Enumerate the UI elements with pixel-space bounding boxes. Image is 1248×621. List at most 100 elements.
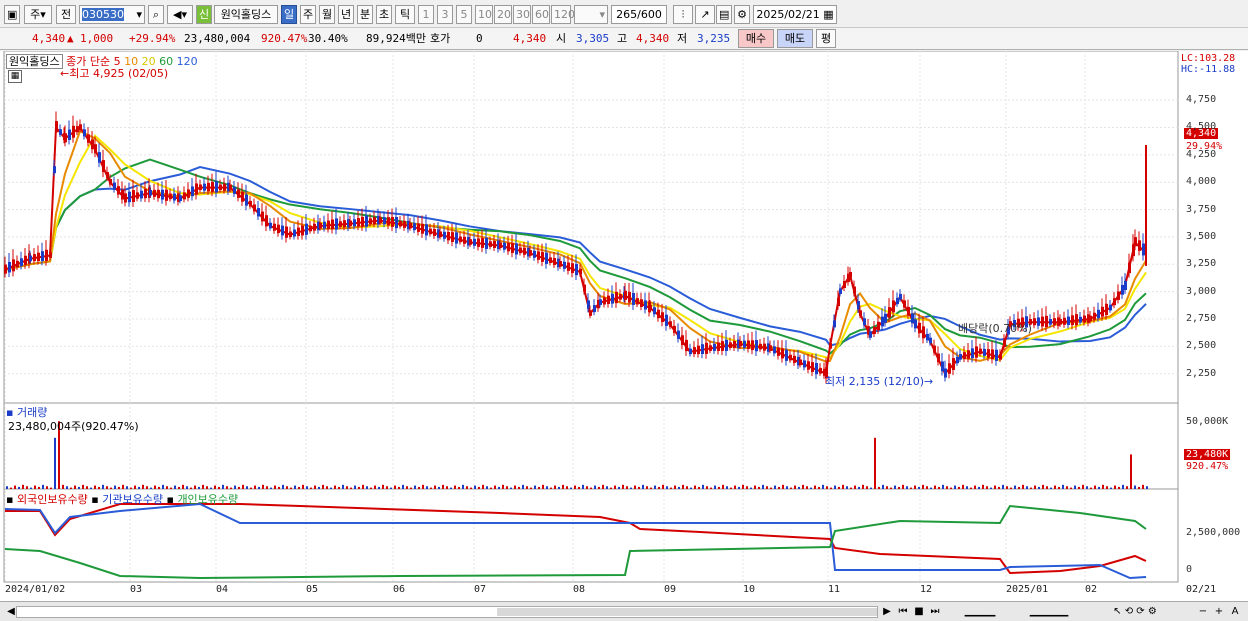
volume-bar	[562, 484, 564, 489]
candle-body	[128, 191, 131, 203]
scroll-right-icon[interactable]: ▶	[880, 605, 894, 619]
zoom-slider-2-icon[interactable]: ▁▁▁▁▁	[1014, 605, 1084, 619]
x-tick-label: 2024/01/02	[5, 584, 66, 595]
period-day-button[interactable]: 일	[281, 5, 297, 24]
zoom-out-icon[interactable]: −	[1196, 605, 1210, 619]
x-tick-label: 10	[743, 584, 756, 595]
volume-bar	[998, 486, 1000, 489]
candle-body	[369, 218, 372, 224]
scroll-track[interactable]	[16, 606, 878, 618]
candle-body	[529, 250, 532, 256]
period-second-button[interactable]: 초	[376, 5, 392, 24]
volume-value-line: 23,480,004주(920.47%)	[8, 420, 139, 433]
interval-30-button[interactable]: 30	[513, 5, 531, 24]
data-count-field[interactable]: 265/600	[611, 5, 667, 24]
zoom-slider-icon[interactable]: ▁▁▁▁	[950, 605, 1010, 619]
eval-button[interactable]: 평	[816, 29, 836, 48]
volume-bar	[1002, 484, 1004, 489]
sell-button[interactable]: 매도	[777, 29, 813, 48]
settings-gear-icon[interactable]: ⚙	[734, 5, 750, 24]
table-toggle-icon[interactable]: ▦	[8, 70, 22, 83]
volume-bar	[454, 485, 456, 489]
save-icon[interactable]: ▤	[716, 5, 732, 24]
volume-bar	[1134, 485, 1136, 489]
period-week-button[interactable]: 주	[300, 5, 316, 24]
chart-area[interactable]: 원익홀딩스 종가 단순 5 10 20 60 120 ▦ ←최고 4,925 (…	[0, 50, 1248, 601]
sound-icon[interactable]: ◀▾	[167, 5, 193, 24]
prev-button[interactable]: 전	[56, 5, 76, 24]
volume-bar	[106, 486, 108, 489]
candle-body	[223, 183, 226, 191]
volume-bar	[554, 485, 556, 489]
date-input[interactable]: 2025/02/21 ▦	[753, 5, 837, 24]
search-icon[interactable]: ⌕	[148, 5, 164, 24]
market-type-select[interactable]: 주▾	[24, 5, 52, 24]
stock-name-field[interactable]: 원익홀딩스	[214, 5, 278, 24]
candle-body	[373, 217, 376, 225]
period-minute-button[interactable]: 분	[357, 5, 373, 24]
interval-custom-select[interactable]: ▾	[574, 5, 608, 24]
scroll-thumb[interactable]	[497, 608, 877, 616]
volume-bar	[534, 485, 536, 489]
volume-bar	[714, 485, 716, 489]
volume-bar	[658, 486, 660, 489]
period-month-button[interactable]: 월	[319, 5, 335, 24]
stop-icon[interactable]: ■	[912, 605, 926, 619]
chart-canvas[interactable]	[0, 50, 1248, 601]
drawing-tools-icon[interactable]: ↖ ⟲ ⟳ ⚙	[1090, 605, 1180, 619]
volume-bar	[78, 486, 80, 489]
interval-120-button[interactable]: 120	[551, 5, 575, 24]
volume-bar	[566, 486, 568, 489]
volume-bar	[218, 486, 220, 489]
volume-bar	[282, 484, 284, 489]
candle-body	[79, 124, 82, 130]
window-menu-icon[interactable]: ▣	[4, 5, 20, 24]
candle-body	[1083, 315, 1086, 323]
volume-bar	[1098, 486, 1100, 489]
volume-bar	[722, 484, 724, 489]
price-y-tick: 4,000	[1186, 176, 1217, 188]
rewind-icon[interactable]: ⏮	[896, 605, 910, 619]
period-tick-button[interactable]: 틱	[395, 5, 415, 24]
volume-bar	[182, 484, 184, 489]
candle-body	[451, 232, 454, 242]
font-size-icon[interactable]: A	[1228, 605, 1242, 619]
candle-body	[705, 342, 708, 354]
volume-bar	[486, 486, 488, 489]
candle-body	[161, 189, 164, 200]
volume-bar	[870, 487, 872, 489]
volume-bar	[910, 487, 912, 489]
forward-icon[interactable]: ⏭	[928, 605, 942, 619]
candle-body	[136, 192, 139, 199]
zoom-in-icon[interactable]: +	[1212, 605, 1226, 619]
candle-body	[12, 259, 15, 272]
candle-type-icon[interactable]: ⫶	[673, 5, 693, 24]
interval-60-button[interactable]: 60	[532, 5, 550, 24]
draw-tool-icon[interactable]: ↗	[695, 5, 715, 24]
price-y-tick: 3,000	[1186, 285, 1217, 297]
price-y-tick: 4,750	[1186, 94, 1217, 106]
volume-bar	[618, 486, 620, 489]
volume-bar	[1126, 486, 1128, 489]
period-year-button[interactable]: 년	[338, 5, 354, 24]
interval-3-button[interactable]: 3	[437, 5, 453, 24]
buy-button[interactable]: 매수	[738, 29, 774, 48]
interval-5-button[interactable]: 5	[456, 5, 472, 24]
interval-1-button[interactable]: 1	[418, 5, 434, 24]
volume-bar	[310, 487, 312, 489]
candle-body	[173, 193, 176, 201]
volume-bar	[982, 484, 984, 489]
calendar-icon[interactable]: ▦	[823, 8, 833, 21]
stock-code-input[interactable]: 030530 ▾	[79, 5, 145, 24]
scroll-bar[interactable]: ◀ ▶ ⏮ ■ ⏭ ▁▁▁▁ ▁▁▁▁▁ ↖ ⟲ ⟳ ⚙ − + A	[0, 601, 1248, 621]
candle-body	[799, 359, 802, 366]
candle-body	[409, 222, 412, 229]
volume-bar	[730, 487, 732, 489]
volume-bar	[674, 485, 676, 489]
interval-20-button[interactable]: 20	[494, 5, 512, 24]
interval-10-button[interactable]: 10	[475, 5, 493, 24]
volume-bar	[682, 484, 684, 489]
candle-body	[926, 333, 929, 341]
volume-bar	[670, 487, 672, 489]
candle-body	[523, 247, 526, 255]
